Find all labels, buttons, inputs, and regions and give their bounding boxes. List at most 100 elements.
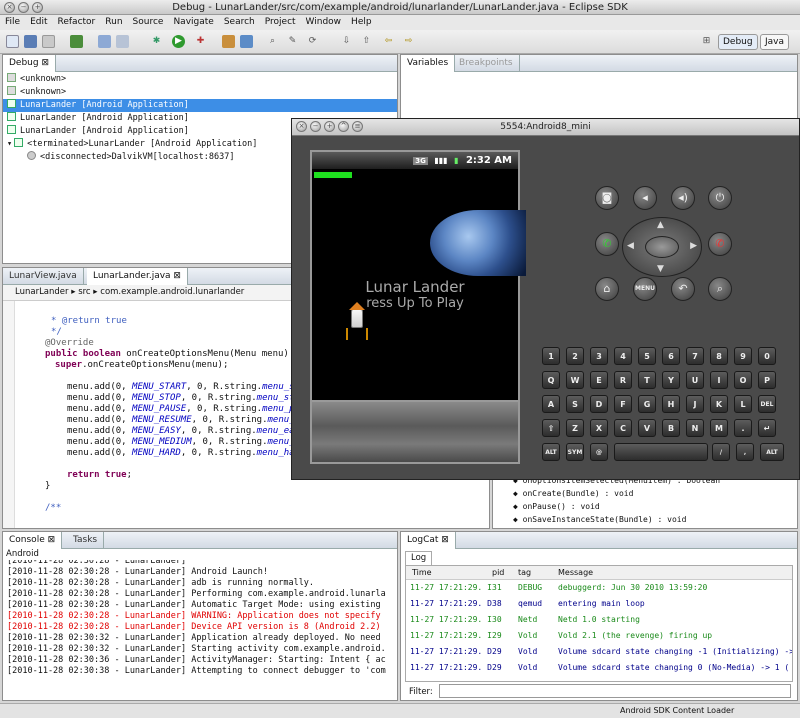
key[interactable]: O xyxy=(734,371,752,389)
key[interactable]: ↵ xyxy=(758,419,776,437)
tab-console[interactable]: Console ⊠ xyxy=(3,532,63,549)
key[interactable]: I xyxy=(710,371,728,389)
key[interactable]: G xyxy=(638,395,656,413)
tab-tasks[interactable]: Tasks xyxy=(67,532,105,549)
menu-icon[interactable]: ≡ xyxy=(352,121,363,132)
android-sdk-icon[interactable] xyxy=(98,35,111,48)
bug-icon[interactable]: ✱ xyxy=(150,35,163,48)
list-item[interactable]: <unknown> xyxy=(7,73,397,86)
key[interactable]: 6 xyxy=(662,347,680,365)
pin-icon[interactable]: ✎ xyxy=(286,35,299,48)
key[interactable]: 2 xyxy=(566,347,584,365)
list-item[interactable]: <unknown> xyxy=(7,86,397,99)
call-icon[interactable]: ✆ xyxy=(595,232,619,256)
key[interactable]: 5 xyxy=(638,347,656,365)
key[interactable]: DEL xyxy=(758,395,776,413)
key[interactable]: X xyxy=(590,419,608,437)
table-row[interactable]: 11-27 17:21:29. I 30 Netd Netd 1.0 starting xyxy=(406,614,792,626)
table-row[interactable]: 11-27 17:21:29. I 29 Vold Vold 2.1 (the rev… xyxy=(406,630,792,642)
close-icon[interactable]: × xyxy=(296,121,307,132)
menu-search[interactable]: Search xyxy=(219,15,260,30)
key[interactable]: 7 xyxy=(686,347,704,365)
menu-run[interactable]: Run xyxy=(100,15,127,30)
forward-icon[interactable]: ⇨ xyxy=(402,35,415,48)
key[interactable]: 8 xyxy=(710,347,728,365)
menu-file[interactable]: File xyxy=(0,15,25,30)
menu-window[interactable]: Window xyxy=(301,15,347,30)
dpad-down-icon[interactable]: ▼ xyxy=(657,264,664,274)
open-perspective-icon[interactable]: ⊞ xyxy=(700,35,713,48)
next-annotation-icon[interactable]: ⇩ xyxy=(340,35,353,48)
menu-button[interactable]: MENU xyxy=(633,277,657,301)
key-comma[interactable]: , xyxy=(736,443,754,461)
search-button-icon[interactable]: ⌕ xyxy=(708,277,732,301)
avd-manager-icon[interactable] xyxy=(116,35,129,48)
tab-breakpoints[interactable]: Breakpoints xyxy=(453,55,520,72)
volume-down-icon[interactable]: ◂ xyxy=(633,186,657,210)
breadcrumb-src[interactable]: src xyxy=(78,287,90,297)
filter-input[interactable] xyxy=(439,684,791,698)
back-icon[interactable]: ⇦ xyxy=(382,35,395,48)
console-output[interactable]: [2010-11-28 02:30:28 - LunarLander] [2010… xyxy=(3,560,397,700)
end-call-icon[interactable]: ✆ xyxy=(708,232,732,256)
tab-debug[interactable]: Debug ⊠ xyxy=(3,55,57,72)
key[interactable]: C xyxy=(614,419,632,437)
table-row[interactable]: 11-27 17:21:29. D 29 Vold Volume sdcard sta… xyxy=(406,646,792,658)
key[interactable]: K xyxy=(710,395,728,413)
table-row[interactable]: 11-27 17:21:29. D 38 qemud entering main lo… xyxy=(406,598,792,610)
key[interactable]: Y xyxy=(662,371,680,389)
key[interactable]: H xyxy=(662,395,680,413)
maximize-icon[interactable]: + xyxy=(324,121,335,132)
tab-logcat[interactable]: LogCat ⊠ xyxy=(401,532,456,549)
key[interactable]: 3 xyxy=(590,347,608,365)
key[interactable]: P xyxy=(758,371,776,389)
shade-icon[interactable]: ^ xyxy=(338,121,349,132)
minimize-icon[interactable]: − xyxy=(18,2,29,13)
tab-lunarview[interactable]: LunarView.java xyxy=(3,268,84,285)
key[interactable]: F xyxy=(614,395,632,413)
dpad-center[interactable] xyxy=(645,236,679,258)
new-icon[interactable] xyxy=(6,35,19,48)
home-icon[interactable]: ⌂ xyxy=(595,277,619,301)
perspective-java[interactable]: Java xyxy=(760,34,790,50)
maximize-icon[interactable]: + xyxy=(32,2,43,13)
menu-project[interactable]: Project xyxy=(260,15,301,30)
list-item[interactable]: LunarLander [Android Application] xyxy=(3,99,397,112)
tab-lunarlander[interactable]: LunarLander.java ⊠ xyxy=(87,268,188,285)
device-screen[interactable]: 3G ▮▮▮ ▮ 2:32 AM Lunar Lander ress Up To… xyxy=(310,150,526,464)
perspective-debug[interactable]: Debug xyxy=(718,34,758,50)
menu-edit[interactable]: Edit xyxy=(25,15,52,30)
key[interactable]: 0 xyxy=(758,347,776,365)
key[interactable]: D xyxy=(590,395,608,413)
key[interactable]: ⇧ xyxy=(542,419,560,437)
key-slash[interactable]: / xyxy=(712,443,730,461)
search-icon[interactable]: ⌕ xyxy=(266,35,279,48)
key-at[interactable]: @ xyxy=(590,443,608,461)
dpad-up-icon[interactable]: ▲ xyxy=(657,220,664,230)
new-package-icon[interactable] xyxy=(222,35,235,48)
key[interactable]: U xyxy=(686,371,704,389)
new-class-icon[interactable] xyxy=(240,35,253,48)
back-button-icon[interactable]: ↶ xyxy=(671,277,695,301)
annotation-icon[interactable]: ⟳ xyxy=(306,35,319,48)
key[interactable]: 1 xyxy=(542,347,560,365)
dpad-left-icon[interactable]: ◀ xyxy=(627,241,634,251)
key-alt[interactable]: ALT xyxy=(542,443,560,461)
list-item[interactable]: ◆ onSaveInstanceState(Bundle) : void xyxy=(513,513,686,526)
camera-icon[interactable]: ◙ xyxy=(595,186,619,210)
print-icon[interactable] xyxy=(42,35,55,48)
list-item[interactable]: ◆ onPause() : void xyxy=(513,500,600,513)
key[interactable]: R xyxy=(614,371,632,389)
key-sym[interactable]: SYM xyxy=(566,443,584,461)
key[interactable]: V xyxy=(638,419,656,437)
menu-help[interactable]: Help xyxy=(346,15,377,30)
key-alt2[interactable]: ALT xyxy=(760,443,784,461)
minimize-icon[interactable]: − xyxy=(310,121,321,132)
table-row[interactable]: 11-27 17:21:29. I 31 DEBUG debuggerd: Jun 3… xyxy=(406,582,792,594)
prev-annotation-icon[interactable]: ⇧ xyxy=(360,35,373,48)
key[interactable]: T xyxy=(638,371,656,389)
key[interactable]: Z xyxy=(566,419,584,437)
key[interactable]: J xyxy=(686,395,704,413)
power-icon[interactable]: ⏻ xyxy=(708,186,732,210)
key[interactable]: 4 xyxy=(614,347,632,365)
